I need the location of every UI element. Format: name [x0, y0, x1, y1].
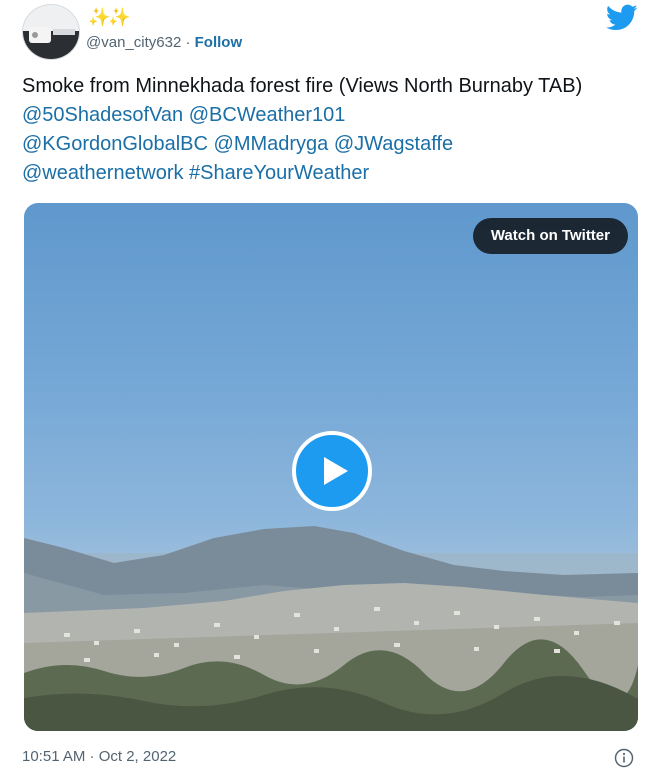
mention-jwagstaffe[interactable]: @JWagstaffe [334, 133, 453, 155]
tweet-text: Smoke from Minnekhada forest fire (Views… [22, 72, 642, 188]
user-avatar-icon [23, 5, 79, 59]
mention-bcweather101[interactable]: @BCWeather101 [189, 104, 346, 126]
info-icon[interactable] [614, 748, 634, 768]
play-button[interactable] [292, 431, 372, 511]
watch-on-twitter-button[interactable]: Watch on Twitter [472, 218, 628, 254]
author-line: @van_city632 · Follow [86, 34, 242, 52]
mention-weathernetwork[interactable]: @weathernetwork [22, 162, 183, 184]
author-handle[interactable]: @van_city632 [86, 34, 181, 51]
play-icon [324, 457, 348, 485]
tweet-body: Smoke from Minnekhada forest fire (Views… [22, 75, 583, 97]
separator-dot: · [185, 34, 191, 51]
follow-button[interactable]: Follow [195, 34, 243, 51]
tweet-embed: ✨✨ @van_city632 · Follow Smoke from Minn… [0, 0, 650, 770]
tweet-timestamp[interactable]: 10:51 AM · Oct 2, 2022 [22, 748, 176, 766]
video-player[interactable]: Watch on Twitter [24, 203, 638, 731]
twitter-bird-icon[interactable] [606, 4, 638, 32]
sparkles-emoji: ✨✨ [88, 7, 131, 27]
mention-kgordonglobalbc[interactable]: @KGordonGlobalBC [22, 133, 208, 155]
mention-50shadesofvan[interactable]: @50ShadesofVan [22, 104, 183, 126]
hashtag-shareyourweather[interactable]: #ShareYourWeather [189, 162, 369, 184]
mention-mmadryga[interactable]: @MMadryga [214, 133, 329, 155]
avatar[interactable] [22, 4, 80, 60]
